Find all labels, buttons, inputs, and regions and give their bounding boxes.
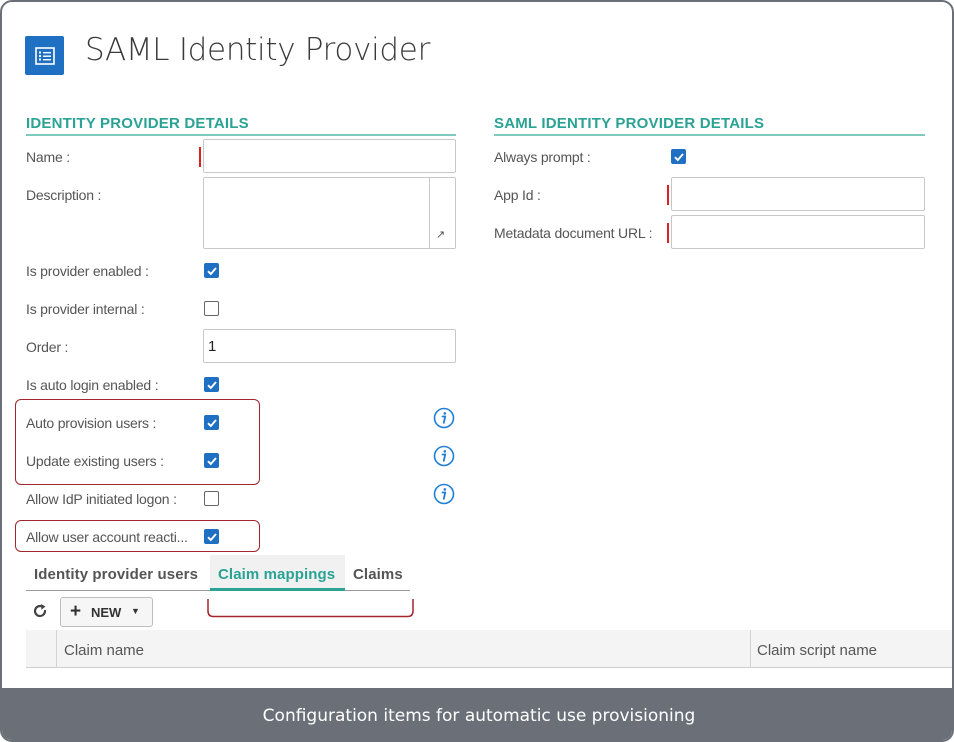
required-indicator <box>667 223 669 243</box>
allow-user-account-reactivation-label: Allow user account reacti... <box>26 529 188 545</box>
caption-text: Configuration items for automatic use pr… <box>262 706 696 726</box>
section-divider <box>494 134 925 136</box>
metadata-document-url-label: Metadata document URL : <box>494 225 653 241</box>
tab-highlight-bracket <box>207 599 414 618</box>
order-label: Order : <box>26 339 69 355</box>
page-title: SAML Identity Provider <box>85 32 431 68</box>
is-provider-enabled-checkbox[interactable] <box>204 263 219 278</box>
allow-user-account-reactivation-checkbox[interactable] <box>204 529 219 544</box>
column-header-claim-script-name[interactable]: Claim script name <box>757 642 877 659</box>
expand-icon: ↗ <box>436 229 446 241</box>
description-label: Description : <box>26 187 102 203</box>
description-textarea[interactable]: ↗ <box>203 177 456 249</box>
tab-claims[interactable]: Claims <box>353 566 403 583</box>
expand-editor-button[interactable]: ↗ <box>429 178 455 248</box>
provisioning-highlight <box>15 399 260 485</box>
is-auto-login-enabled-label: Is auto login enabled : <box>26 377 159 393</box>
refresh-icon[interactable] <box>32 603 48 619</box>
info-icon[interactable] <box>433 483 455 505</box>
allow-idp-initiated-logon-checkbox[interactable] <box>204 491 219 506</box>
new-button[interactable]: + NEW ▼ <box>60 597 153 627</box>
new-button-label: NEW <box>91 605 122 620</box>
is-provider-enabled-label: Is provider enabled : <box>26 263 149 279</box>
update-existing-users-checkbox[interactable] <box>204 453 219 468</box>
auto-provision-users-label: Auto provision users : <box>26 415 157 431</box>
allow-idp-initiated-logon-label: Allow IdP initiated logon : <box>26 491 177 507</box>
column-separator <box>750 630 751 668</box>
required-indicator <box>199 147 201 167</box>
list-form-icon <box>25 36 64 75</box>
name-input[interactable] <box>203 139 456 173</box>
grid-header: Claim name Claim script name <box>26 630 952 668</box>
tab-claim-mappings[interactable]: Claim mappings <box>218 566 335 583</box>
required-indicator <box>667 185 669 205</box>
is-provider-internal-checkbox[interactable] <box>204 301 219 316</box>
section-divider <box>26 134 456 136</box>
info-icon[interactable] <box>433 407 455 429</box>
active-tab-indicator <box>210 588 345 591</box>
always-prompt-checkbox[interactable] <box>671 149 686 164</box>
always-prompt-label: Always prompt : <box>494 149 591 165</box>
app-id-label: App Id : <box>494 187 541 203</box>
saml-identity-provider-details-title: SAML IDENTITY PROVIDER DETAILS <box>494 115 765 132</box>
update-existing-users-label: Update existing users : <box>26 453 164 469</box>
name-label: Name : <box>26 149 70 165</box>
app-id-input[interactable] <box>671 177 925 211</box>
is-provider-internal-label: Is provider internal : <box>26 301 145 317</box>
auto-provision-users-checkbox[interactable] <box>204 415 219 430</box>
identity-provider-details-title: IDENTITY PROVIDER DETAILS <box>26 115 249 132</box>
order-input[interactable]: 1 <box>203 329 456 363</box>
tab-identity-provider-users[interactable]: Identity provider users <box>34 566 198 583</box>
column-separator <box>56 630 57 668</box>
caption-bar: Configuration items for automatic use pr… <box>2 688 952 740</box>
info-icon[interactable] <box>433 445 455 467</box>
chevron-down-icon: ▼ <box>131 606 140 616</box>
is-auto-login-enabled-checkbox[interactable] <box>204 377 219 392</box>
column-header-claim-name[interactable]: Claim name <box>64 642 144 659</box>
plus-icon: + <box>70 601 82 622</box>
metadata-document-url-input[interactable] <box>671 215 925 249</box>
screenshot-frame: SAML Identity Provider IDENTITY PROVIDER… <box>0 0 954 742</box>
